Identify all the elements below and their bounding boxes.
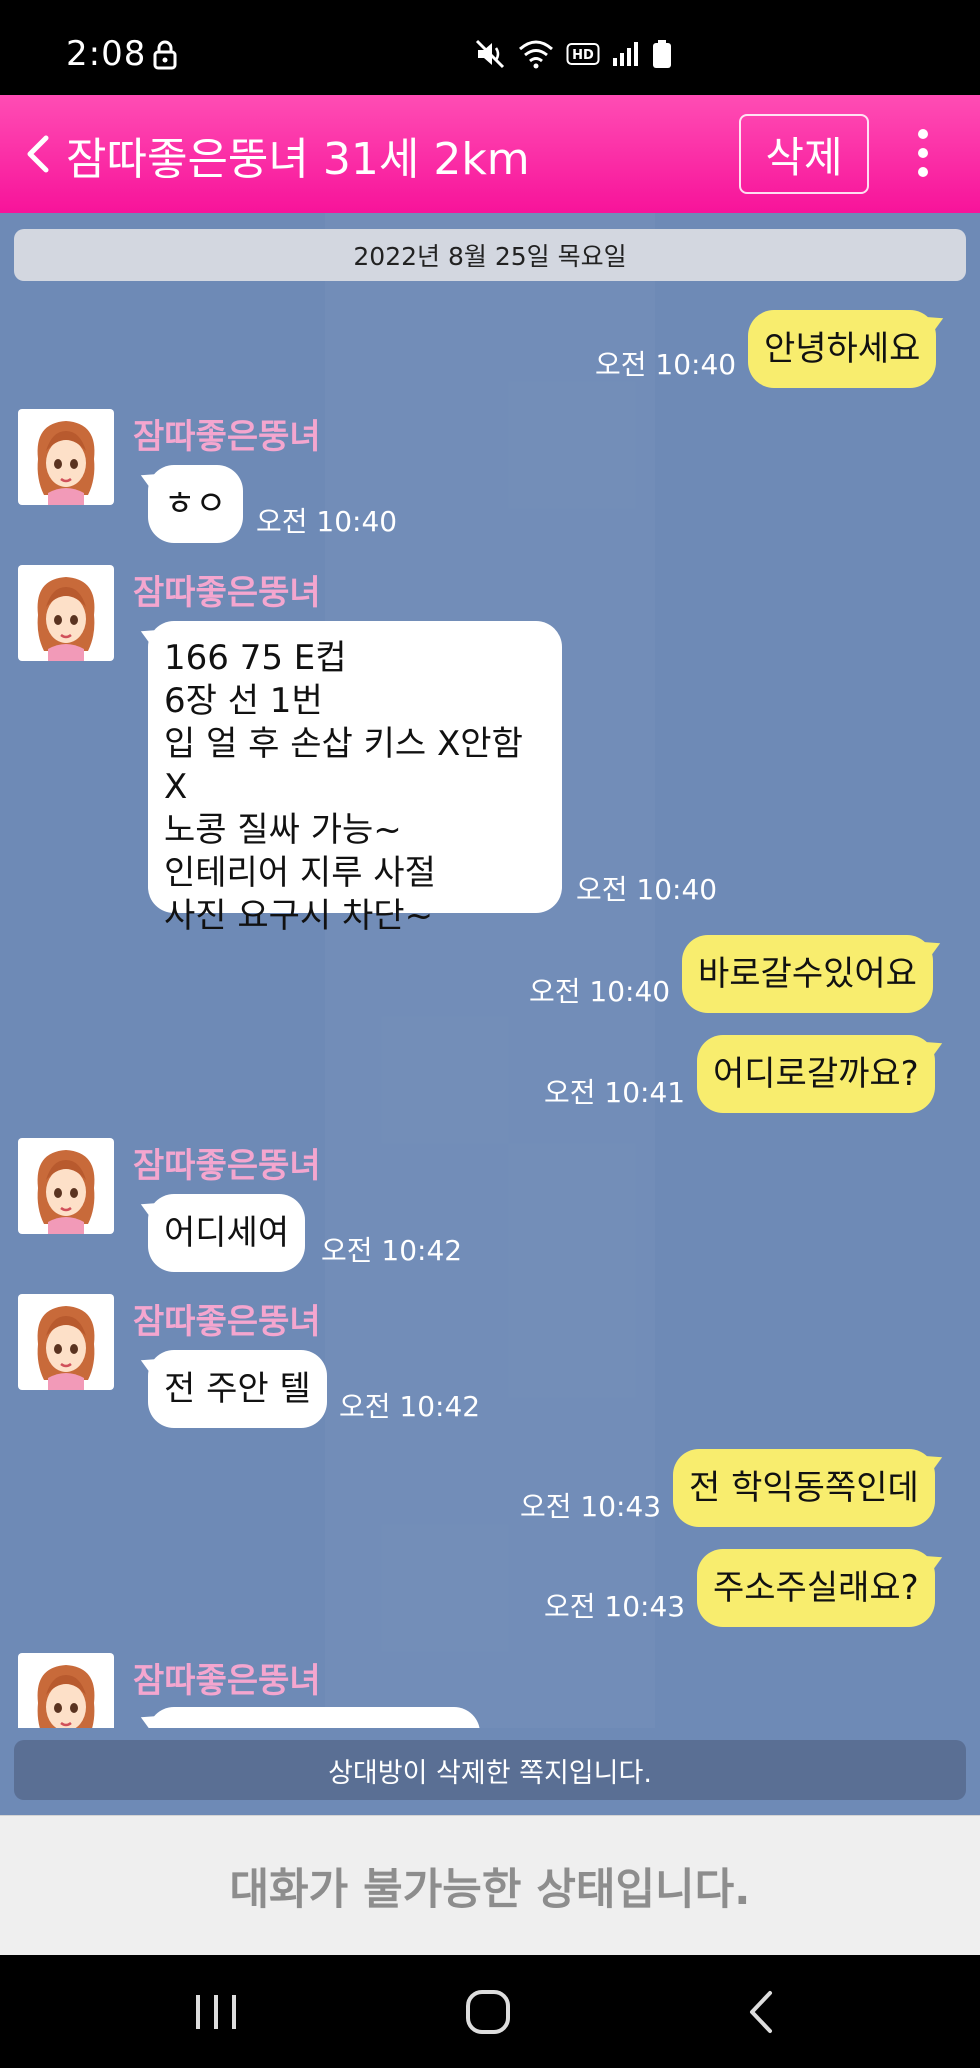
their-message-bubble[interactable]: 어디세여 — [148, 1194, 306, 1272]
chevron-left-icon — [27, 135, 49, 173]
avatar[interactable] — [18, 565, 114, 661]
avatar[interactable] — [18, 1138, 114, 1234]
signal-icon — [612, 40, 640, 68]
profile-avatar-icon — [37, 421, 95, 505]
delete-button[interactable]: 삭제 — [739, 114, 869, 194]
their-message-bubble[interactable]: 166 75 E컵 6장 선 1번 입 얼 후 손삽 키스 X안함X 노콩 질싸… — [148, 621, 562, 936]
more-options-button[interactable] — [908, 129, 938, 179]
message-time: 오전 10:42 — [321, 1234, 463, 1267]
sender-name: 잠따좋은뚱녀 — [133, 573, 321, 613]
message-time: 오전 10:43 — [544, 1590, 686, 1623]
sender-name: 잠따좋은뚱녀 — [133, 1302, 321, 1342]
recent-apps-button[interactable] — [186, 1985, 246, 2039]
dot — [918, 148, 928, 158]
sender-name: 잠따좋은뚱녀 — [133, 417, 321, 457]
my-message-bubble[interactable]: 안녕하세요 — [748, 310, 937, 388]
their-message-bubble[interactable]: 전 주안 텔 — [148, 1350, 327, 1428]
home-icon — [466, 1990, 510, 2034]
my-message-bubble[interactable]: 주소주실래요? — [697, 1549, 935, 1627]
chat-header: 잠따좋은뚱녀 31세 2km 삭제 — [0, 95, 980, 213]
date-divider: 2022년 8월 25일 목요일 — [14, 229, 966, 281]
my-message-bubble[interactable]: 전 학익동쪽인데 — [673, 1449, 935, 1527]
hd-label: HD — [572, 48, 594, 63]
their-message-bubble[interactable]: ㅎㅇ — [148, 465, 243, 543]
wifi-icon — [518, 39, 554, 69]
chat-disabled-text: 대화가 불가능한 상태입니다. — [229, 1864, 751, 1915]
battery-icon — [652, 39, 672, 69]
chat-title: 잠따좋은뚱녀 31세 2km — [66, 134, 530, 185]
system-nav-bar — [0, 1955, 980, 2068]
deleted-notice: 상대방이 삭제한 쪽지입니다. — [14, 1740, 966, 1800]
mute-icon — [474, 38, 506, 70]
avatar[interactable] — [18, 1653, 114, 1728]
back-button[interactable] — [18, 130, 58, 178]
lock-icon — [152, 40, 178, 74]
profile-avatar-icon — [37, 577, 95, 661]
nav-back-button[interactable] — [732, 1985, 792, 2039]
message-time: 오전 10:41 — [544, 1076, 686, 1109]
message-time: 오전 10:42 — [339, 1390, 481, 1423]
profile-avatar-icon — [37, 1306, 95, 1390]
message-time: 오전 10:40 — [529, 975, 671, 1008]
sender-name: 잠따좋은뚱녀 — [133, 1661, 321, 1701]
message-time: 오전 10:40 — [595, 348, 737, 381]
message-time: 오전 10:43 — [520, 1490, 662, 1523]
dot — [918, 167, 928, 177]
my-message-bubble[interactable]: 바로갈수있어요 — [682, 935, 933, 1013]
back-icon — [750, 1991, 772, 2033]
sender-name: 잠따좋은뚱녀 — [133, 1146, 321, 1186]
recent-apps-icon — [196, 1995, 236, 2029]
their-message-bubble-partial[interactable] — [148, 1707, 480, 1728]
status-time: 2:08 — [66, 34, 147, 74]
message-time: 오전 10:40 — [576, 873, 718, 906]
profile-avatar-icon — [37, 1150, 95, 1234]
status-bar: 2:08 HD — [0, 0, 980, 95]
home-button[interactable] — [458, 1985, 518, 2039]
chat-disabled-panel: 대화가 불가능한 상태입니다. — [0, 1815, 980, 1955]
avatar[interactable] — [18, 1294, 114, 1390]
my-message-bubble[interactable]: 어디로갈까요? — [697, 1035, 935, 1113]
hd-icon: HD — [566, 41, 600, 67]
profile-avatar-icon — [37, 1665, 95, 1728]
avatar[interactable] — [18, 409, 114, 505]
dot — [918, 129, 928, 139]
message-time: 오전 10:40 — [256, 505, 398, 538]
message-list[interactable]: 2022년 8월 25일 목요일 오전 10:40 안녕하세요 잠따좋은뚱녀 ㅎ… — [0, 213, 980, 1728]
